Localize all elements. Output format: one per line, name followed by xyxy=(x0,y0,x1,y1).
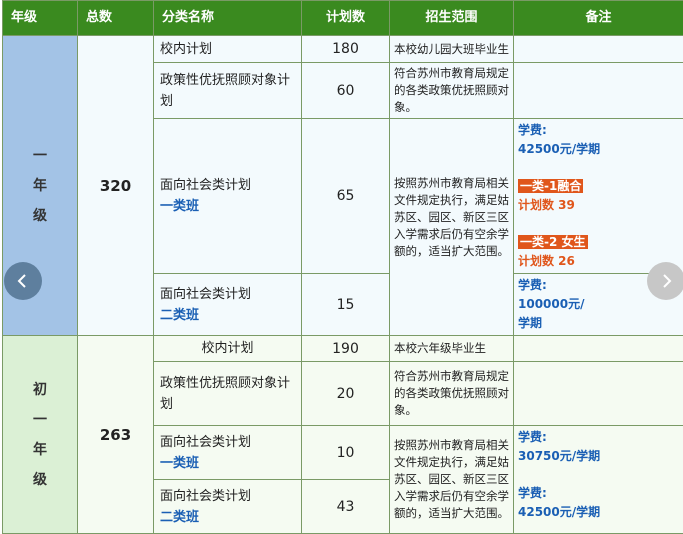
spacer xyxy=(518,215,679,233)
plan-count: 65 xyxy=(302,119,390,274)
header-enrollment-range: 招生范围 xyxy=(390,1,514,36)
category-name: 面向社会类计划 一类班 xyxy=(154,119,302,274)
fee-label: 学费: xyxy=(518,484,679,503)
category-label: 校内计划 xyxy=(201,341,253,356)
category-label: 面向社会类计划 xyxy=(160,287,251,302)
fee-label: 学费: xyxy=(518,121,679,140)
category-name: 校内计划 xyxy=(154,36,302,63)
enrollment-range: 符合苏州市教育局规定的各类政策优抚照顾对象。 xyxy=(390,63,514,119)
grade-char: 年 xyxy=(3,171,77,201)
enrollment-range: 符合苏州市教育局规定的各类政策优抚照顾对象。 xyxy=(390,362,514,426)
carousel-next-button[interactable] xyxy=(647,262,683,300)
class1-plan: 计划数 39 xyxy=(518,196,679,215)
enrollment-range: 按照苏州市教育局相关文件规定执行，满足姑苏区、园区、新区三区入学需求后仍有空余学… xyxy=(390,426,514,534)
spacer xyxy=(518,466,679,484)
remark-cell xyxy=(514,63,683,119)
fee-unit: 学期 xyxy=(518,314,679,333)
table-row: 初 一 年 级 263 校内计划 190 本校六年级毕业生 xyxy=(3,336,683,362)
grade-cell-junior-first-grade: 初 一 年 级 xyxy=(3,336,78,534)
enrollment-range: 本校幼儿园大班毕业生 xyxy=(390,36,514,63)
category-name: 面向社会类计划 一类班 xyxy=(154,426,302,480)
class-type-label: 一类班 xyxy=(160,453,301,474)
enrollment-plan-table: 年级 总数 分类名称 计划数 招生范围 备注 一 年 级 320 校内计划 18… xyxy=(2,0,683,534)
enrollment-range: 按照苏州市教育局相关文件规定执行，满足姑苏区、园区、新区三区入学需求后仍有空余学… xyxy=(390,119,514,336)
plan-count: 60 xyxy=(302,63,390,119)
chevron-left-icon xyxy=(15,273,31,289)
remark-cell xyxy=(514,336,683,362)
fee-value: 42500元/学期 xyxy=(518,503,679,522)
chevron-right-icon xyxy=(658,273,674,289)
header-remarks: 备注 xyxy=(514,1,683,36)
category-name: 校内计划 xyxy=(154,336,302,362)
class1-remark: 一类-1融合 xyxy=(518,177,679,196)
total-count: 263 xyxy=(78,336,154,534)
enrollment-range: 本校六年级毕业生 xyxy=(390,336,514,362)
grade-char: 级 xyxy=(3,201,77,231)
class1-tag: 一类-1融合 xyxy=(518,179,583,193)
header-total: 总数 xyxy=(78,1,154,36)
header-category: 分类名称 xyxy=(154,1,302,36)
plan-count: 15 xyxy=(302,274,390,336)
plan-count: 20 xyxy=(302,362,390,426)
spacer xyxy=(518,159,679,177)
grade-char: 一 xyxy=(3,405,77,435)
plan-count: 43 xyxy=(302,480,390,534)
remark-cell xyxy=(514,36,683,63)
class-type-label: 二类班 xyxy=(160,305,301,326)
grade-char: 级 xyxy=(3,465,77,495)
total-count: 320 xyxy=(78,36,154,336)
category-name: 政策性优抚照顾对象计划 xyxy=(154,362,302,426)
header-plan-count: 计划数 xyxy=(302,1,390,36)
grade-char: 初 xyxy=(3,375,77,405)
category-label: 面向社会类计划 xyxy=(160,178,251,193)
category-label: 政策性优抚照顾对象计划 xyxy=(160,376,290,412)
category-name: 面向社会类计划 二类班 xyxy=(154,274,302,336)
carousel-prev-button[interactable] xyxy=(4,262,42,300)
enrollment-table-container: 年级 总数 分类名称 计划数 招生范围 备注 一 年 级 320 校内计划 18… xyxy=(0,0,683,534)
remark-cell: 学费: 30750元/学期 学费: 42500元/学期 xyxy=(514,426,683,534)
plan-count: 190 xyxy=(302,336,390,362)
class-type-label: 二类班 xyxy=(160,507,301,528)
category-label: 面向社会类计划 xyxy=(160,435,251,450)
class2-remark: 一类-2 女生 xyxy=(518,233,679,252)
table-row: 一 年 级 320 校内计划 180 本校幼儿园大班毕业生 xyxy=(3,36,683,63)
category-label: 校内计划 xyxy=(160,42,212,57)
category-label: 政策性优抚照顾对象计划 xyxy=(160,73,290,109)
plan-count: 10 xyxy=(302,426,390,480)
remark-cell: 学费: 42500元/学期 一类-1融合 计划数 39 一类-2 女生 计划数 … xyxy=(514,119,683,274)
fee-value: 42500元/学期 xyxy=(518,140,679,159)
grade-char: 年 xyxy=(3,435,77,465)
category-label: 面向社会类计划 xyxy=(160,489,251,504)
category-name: 面向社会类计划 二类班 xyxy=(154,480,302,534)
header-grade: 年级 xyxy=(3,1,78,36)
fee-value: 30750元/学期 xyxy=(518,447,679,466)
header-row: 年级 总数 分类名称 计划数 招生范围 备注 xyxy=(3,1,683,36)
plan-count: 180 xyxy=(302,36,390,63)
category-name: 政策性优抚照顾对象计划 xyxy=(154,63,302,119)
class2-tag: 一类-2 女生 xyxy=(518,235,588,249)
grade-char: 一 xyxy=(3,141,77,171)
remark-cell xyxy=(514,362,683,426)
fee-label: 学费: xyxy=(518,428,679,447)
class-type-label: 一类班 xyxy=(160,196,301,217)
fee-value: 100000元/ xyxy=(518,295,679,314)
